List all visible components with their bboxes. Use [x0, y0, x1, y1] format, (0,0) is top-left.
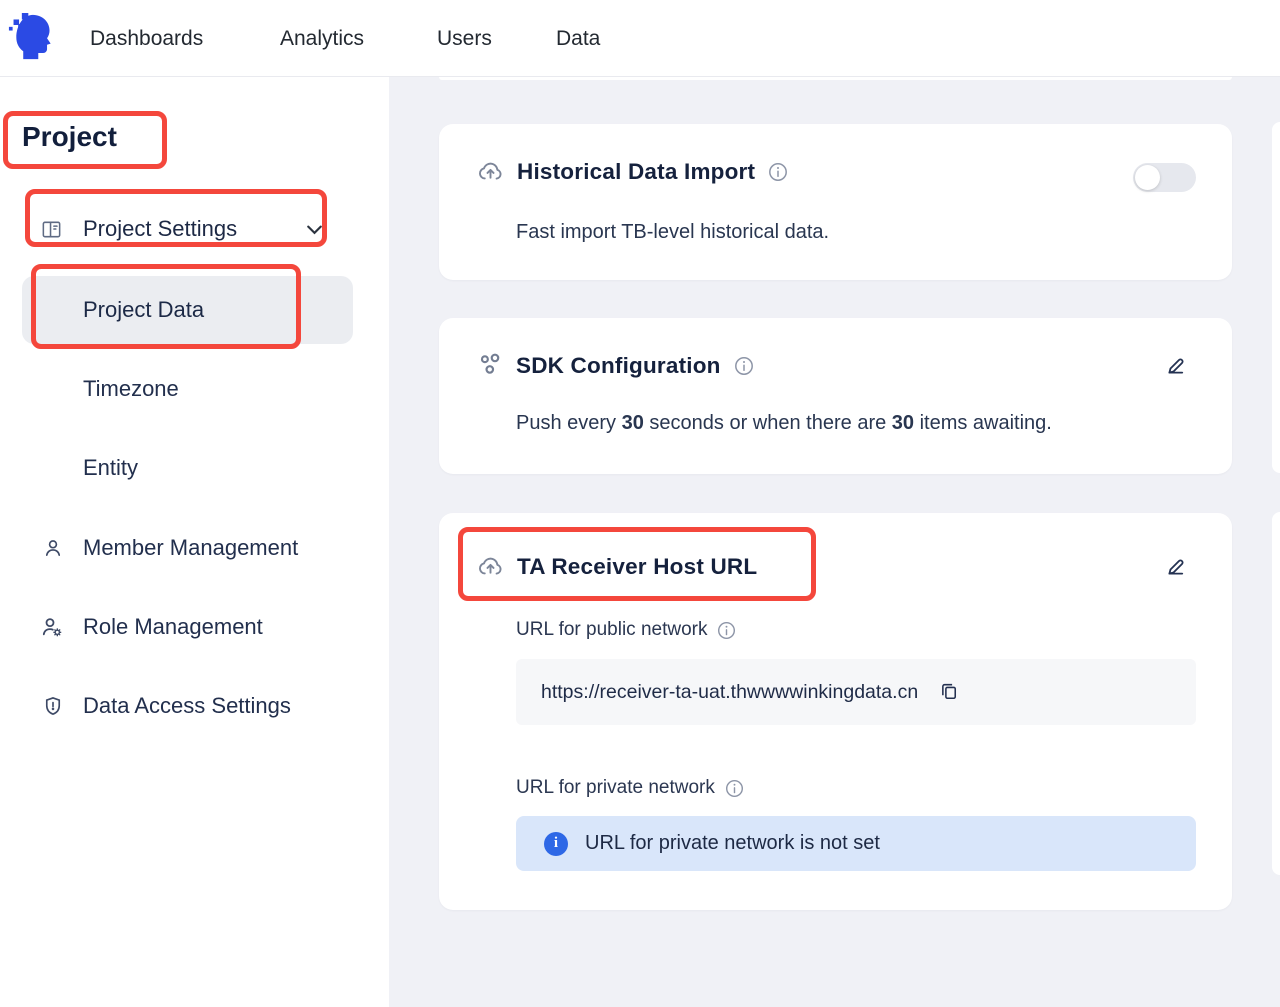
cloud-upload-icon — [477, 158, 504, 185]
nav-item-data[interactable]: Data — [556, 0, 600, 77]
edit-pencil-icon[interactable] — [1164, 555, 1188, 579]
sidebar-item-label: Project Data — [22, 276, 353, 344]
info-icon[interactable] — [768, 162, 788, 182]
layout-panel-icon — [40, 218, 63, 241]
chevron-down-icon[interactable] — [307, 225, 322, 235]
sidebar-item-project-settings[interactable]: Project Settings — [83, 216, 237, 242]
sidebar-item-role-management[interactable]: Role Management — [83, 613, 263, 641]
private-url-label: URL for private network — [516, 777, 744, 799]
card-title: SDK Configuration — [516, 353, 721, 379]
sdk-interval-value: 30 — [622, 412, 644, 434]
sidebar-item-entity[interactable]: Entity — [83, 454, 138, 482]
public-url-label: URL for public network — [516, 619, 736, 641]
info-icon[interactable] — [725, 779, 744, 798]
sidebar-item-timezone[interactable]: Timezone — [83, 375, 179, 403]
card-sdk-configuration: SDK Configuration Push every 30 seconds … — [439, 318, 1232, 474]
copy-icon[interactable] — [938, 681, 960, 703]
sidebar-item-data-access-settings[interactable]: Data Access Settings — [83, 692, 291, 720]
private-url-notice-banner: i URL for private network is not set — [516, 816, 1196, 871]
nav-item-dashboards[interactable]: Dashboards — [90, 0, 203, 77]
info-filled-icon: i — [544, 832, 568, 856]
top-nav-bar: Dashboards Analytics Users Data — [0, 0, 1280, 77]
person-gear-icon — [40, 615, 64, 639]
shield-alert-icon — [42, 694, 64, 718]
info-icon[interactable] — [717, 621, 736, 640]
card-title: TA Receiver Host URL — [517, 554, 757, 580]
card-description: Push every 30 seconds or when there are … — [516, 412, 1052, 435]
sdk-nodes-icon — [477, 352, 503, 379]
notice-text: URL for private network is not set — [585, 832, 880, 855]
toggle-knob — [1135, 165, 1160, 190]
sidebar-title-project: Project — [22, 121, 117, 153]
public-url-field: https://receiver-ta-uat.thwwwwinkingdata… — [516, 659, 1196, 725]
person-icon — [42, 536, 64, 560]
right-column-card-edge — [1272, 122, 1280, 473]
right-column-card-edge — [1272, 512, 1280, 875]
edit-pencil-icon[interactable] — [1164, 354, 1188, 378]
brand-logo-icon[interactable] — [8, 9, 56, 65]
sidebar-item-member-management[interactable]: Member Management — [83, 534, 298, 562]
historical-import-toggle[interactable] — [1133, 163, 1196, 192]
info-icon[interactable] — [734, 356, 754, 376]
scrolled-card-remnant — [439, 77, 1232, 80]
card-ta-receiver-host-url: TA Receiver Host URL URL for public netw… — [439, 513, 1232, 910]
card-description: Fast import TB-level historical data. — [516, 221, 829, 244]
cloud-upload-icon — [477, 553, 504, 580]
nav-item-analytics[interactable]: Analytics — [280, 0, 364, 77]
public-url-value: https://receiver-ta-uat.thwwwwinkingdata… — [541, 681, 918, 704]
nav-item-users[interactable]: Users — [437, 0, 492, 77]
sidebar: Project Project Settings Project Data Ti… — [0, 77, 389, 1007]
main-content: Historical Data Import Fast import TB-le… — [389, 77, 1280, 1007]
card-historical-data-import: Historical Data Import Fast import TB-le… — [439, 124, 1232, 280]
sidebar-item-project-data[interactable]: Project Data — [22, 276, 353, 344]
card-title: Historical Data Import — [517, 159, 755, 185]
sdk-batch-value: 30 — [892, 412, 914, 434]
